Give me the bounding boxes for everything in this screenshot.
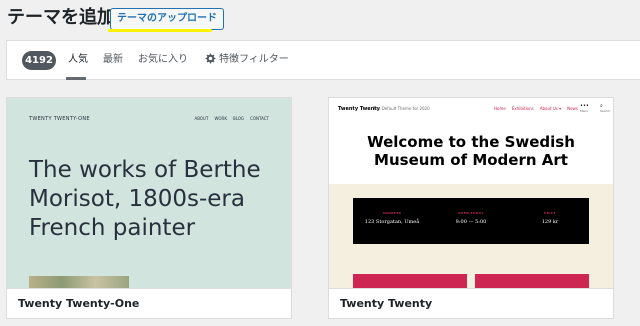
tab-popular[interactable]: 人気 <box>68 53 88 67</box>
tab-favorites[interactable]: お気に入り <box>138 53 188 67</box>
page-header: テーマを追加 テーマのアップロード <box>0 0 640 36</box>
upload-theme-button[interactable]: テーマのアップロード <box>110 8 224 30</box>
preview-image-block <box>475 274 589 288</box>
highlight-underline <box>108 29 212 32</box>
info-open-today: OPEN TODAY 9:00 — 5:00 <box>455 211 487 225</box>
preview-heading: The works of Berthe Morisot, 1800s-era F… <box>29 157 261 241</box>
preview-search-icon: ⌕ Search <box>600 103 611 113</box>
preview-topbar: Twenty Twenty The Default Theme for 2020… <box>329 98 613 122</box>
theme-screenshot: Twenty Twenty The Default Theme for 2020… <box>329 98 613 288</box>
gear-icon <box>205 53 216 64</box>
theme-card-twenty-twenty[interactable]: Twenty Twenty The Default Theme for 2020… <box>328 97 614 319</box>
preview-menu: Home Exhibitions About Us ▾ News <box>494 106 578 111</box>
theme-count-badge: 4192 <box>22 51 56 70</box>
theme-filter-bar: 4192 人気 最新 お気に入り 特徴フィルター <box>6 40 640 80</box>
feature-filter-label: 特徴フィルター <box>219 54 289 65</box>
preview-painting-image <box>29 276 129 288</box>
preview-tagline: The Default Theme for 2020 <box>373 106 430 111</box>
theme-name: Twenty Twenty <box>329 288 613 318</box>
preview-site-title: TWENTY TWENTY-ONE <box>29 116 90 122</box>
current-tab-indicator <box>66 77 86 80</box>
preview-menu: ABOUT WORK BLOG CONTACT <box>194 116 270 121</box>
preview-menu-icon: ••• Menu <box>580 103 589 113</box>
theme-name: Twenty Twenty-One <box>7 288 291 318</box>
preview-heading: Welcome to the Swedish Museum of Modern … <box>367 133 575 169</box>
theme-screenshot: TWENTY TWENTY-ONE ABOUT WORK BLOG CONTACT T… <box>7 98 291 288</box>
page-title: テーマを追加 <box>7 7 115 28</box>
theme-card-twenty-twenty-one[interactable]: TWENTY TWENTY-ONE ABOUT WORK BLOG CONTACT T… <box>6 97 292 319</box>
feature-filter-button[interactable]: 特徴フィルター <box>205 53 289 67</box>
info-price: PRICE 129 kr <box>541 211 559 225</box>
tab-latest[interactable]: 最新 <box>103 53 123 67</box>
preview-info-box: ADDRESS 123 Storgatan, Umeå OPEN TODAY 9:0… <box>353 198 589 244</box>
preview-image-block <box>353 274 467 288</box>
info-address: ADDRESS 123 Storgatan, Umeå <box>364 211 420 225</box>
